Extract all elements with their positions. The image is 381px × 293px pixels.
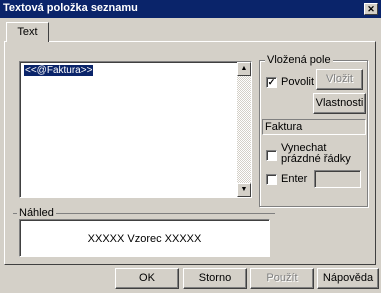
arrow-up-icon: ▲ [240,65,248,72]
apply-button-label: Použít [266,272,298,284]
text-editor[interactable]: <<@Faktura>> ▲ ▼ [19,61,252,198]
ok-button[interactable]: OK [115,268,179,289]
cancel-button[interactable]: Storno [183,268,247,289]
tab-text-label: Text [17,26,38,38]
enter-label: Enter [281,173,308,185]
scroll-up-button[interactable]: ▲ [237,62,251,76]
allow-label: Povolit [281,76,315,88]
arrow-down-icon: ▼ [240,186,248,193]
skip-empty-checkbox[interactable] [266,150,277,161]
field-name-text: Faktura [265,121,303,133]
insert-button-label: Vložit [326,73,353,85]
title-bar: Textová položka seznamu ✕ [0,0,381,18]
editor-scrollbar[interactable]: ▲ ▼ [237,62,251,197]
close-button[interactable]: ✕ [364,3,378,15]
preview-group-label: Náhled [17,207,56,219]
insert-button[interactable]: Vložit [316,69,363,90]
allow-checkbox[interactable]: ✓ [266,77,277,88]
ok-button-label: OK [139,272,155,284]
enter-checkbox[interactable] [266,174,277,185]
preview-text: XXXXX Vzorec XXXXX [87,233,202,245]
skip-empty-label: Vynechat prázdné řádky [281,142,351,165]
enter-input[interactable] [314,170,361,188]
close-icon: ✕ [367,4,375,14]
tab-text[interactable]: Text [6,22,49,42]
help-button-label: Nápověda [322,272,374,284]
apply-button[interactable]: Použít [250,268,314,289]
window-title: Textová položka seznamu [3,2,138,14]
scroll-down-button[interactable]: ▼ [237,183,251,197]
properties-button[interactable]: Vlastnosti [313,93,366,114]
field-token-faktura[interactable]: <<@Faktura>> [24,65,94,76]
preview-box: XXXXX Vzorec XXXXX [19,219,270,257]
properties-button-label: Vlastnosti [315,97,364,109]
check-icon: ✓ [267,77,276,87]
help-button[interactable]: Nápověda [317,268,379,289]
insert-field-group-label: Vložená pole [265,54,333,66]
field-name-display: Faktura [262,119,366,135]
cancel-button-label: Storno [198,272,232,284]
